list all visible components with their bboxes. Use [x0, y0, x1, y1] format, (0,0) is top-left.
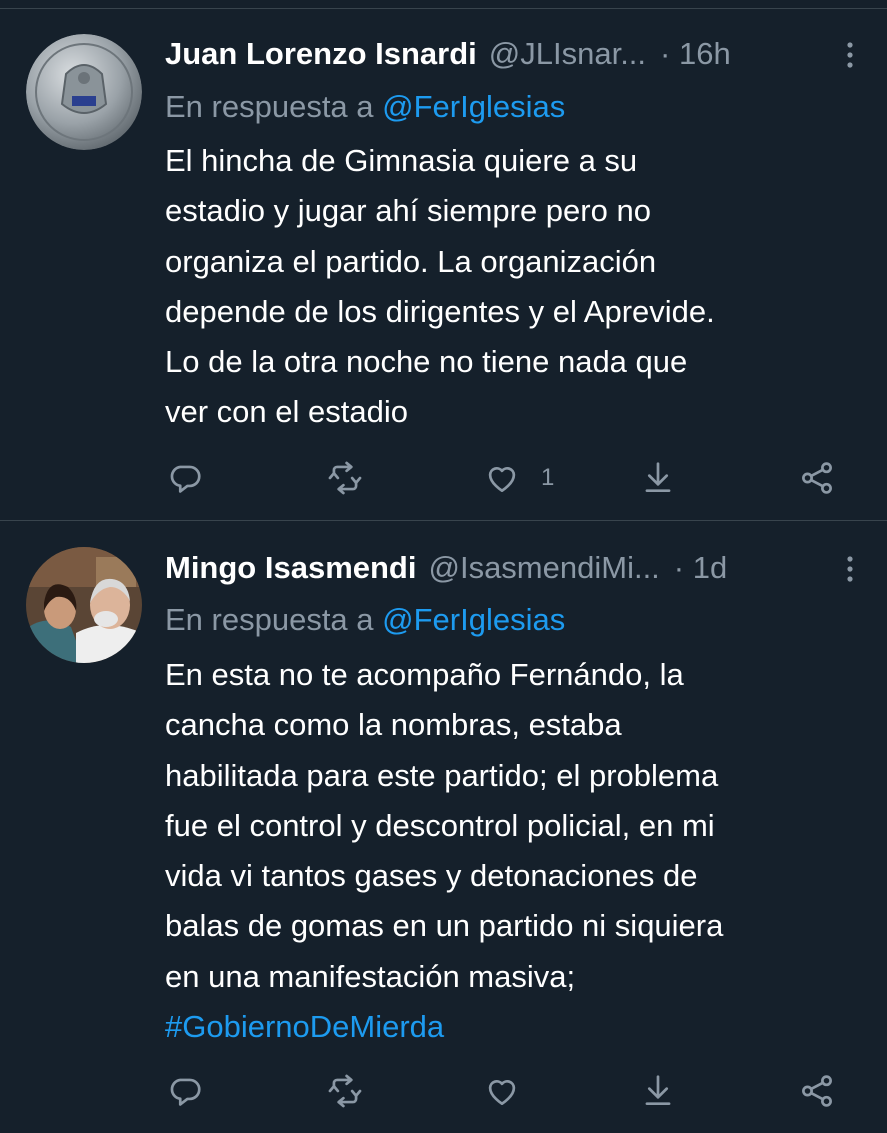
share-icon: [802, 1075, 832, 1107]
tweet-text: En esta no te acompaño Fernándo, la canc…: [165, 650, 865, 1052]
reply-context: En respuesta a @FerIglesias: [165, 597, 565, 643]
retweet-button[interactable]: [326, 458, 364, 498]
share-icon: [802, 462, 832, 494]
reply-mention-link[interactable]: @FerIglesias: [382, 602, 565, 637]
download-button[interactable]: [639, 1071, 677, 1111]
like-button[interactable]: [483, 1071, 541, 1111]
reply-icon: [170, 1078, 201, 1106]
tweet-timestamp[interactable]: · 1d: [674, 545, 727, 591]
more-options-icon[interactable]: [845, 555, 855, 583]
tweet-text-line: en una manifestación masiva;: [165, 958, 576, 994]
avatar-coin-image: [26, 34, 142, 150]
tweet-text-line: cancha como la nombras, estaba: [165, 707, 622, 743]
download-icon: [645, 1075, 671, 1106]
tweet-divider: [0, 520, 887, 521]
tweet-text-line: ver con el estadio: [165, 394, 408, 430]
author-name[interactable]: Juan Lorenzo Isnardi: [165, 31, 477, 77]
tweet-actions: [0, 1071, 887, 1111]
download-icon: [645, 462, 671, 493]
reply-icon: [170, 465, 201, 493]
tweet-text-line: vida vi tantos gases y detonaciones de: [165, 858, 698, 894]
top-divider: [0, 8, 887, 9]
tweet-text-line: fue el control y descontrol policial, en…: [165, 807, 715, 843]
share-button[interactable]: [798, 1071, 836, 1111]
like-icon: [488, 467, 516, 493]
like-button[interactable]: 1: [483, 458, 554, 498]
tweet-actions: 1: [0, 458, 887, 498]
tweet-text-line: El hincha de Gimnasia quiere a su: [165, 143, 638, 178]
reply-context: En respuesta a @FerIglesias: [165, 84, 565, 130]
avatar[interactable]: [26, 34, 142, 150]
tweet-text-line: habilitada para este partido; el problem…: [165, 757, 719, 793]
share-button[interactable]: [798, 458, 836, 498]
tweet-text-line: depende de los dirigentes y el Aprevide.: [165, 293, 715, 329]
more-options-icon[interactable]: [845, 41, 855, 69]
reply-prefix: En respuesta a: [165, 89, 374, 124]
tweet-text-line: balas de gomas en un partido ni siquiera: [165, 908, 724, 944]
avatar[interactable]: [26, 547, 142, 663]
tweet-text: El hincha de Gimnasia quiere a su estadi…: [165, 136, 865, 438]
reply-mention-link[interactable]: @FerIglesias: [382, 89, 565, 124]
like-count: 1: [541, 464, 555, 491]
avatar-photo-image: [26, 547, 142, 663]
tweet-header: Juan Lorenzo Isnardi @JLIsnar... · 16h: [165, 31, 857, 77]
author-handle[interactable]: @JLIsnar...: [489, 31, 646, 77]
tweet-text-line: organiza el partido. La organización: [165, 243, 657, 279]
tweet-text-line: Lo de la otra noche no tiene nada que: [165, 344, 688, 380]
tweet-text-line: estadio y jugar ahí siempre pero no: [165, 193, 651, 229]
hashtag-link[interactable]: #GobiernoDeMierda: [165, 1002, 865, 1052]
tweet-text-line: En esta no te acompaño Fernándo, la: [165, 657, 684, 692]
like-icon: [488, 1080, 516, 1106]
retweet-icon: [328, 1074, 362, 1108]
reply-prefix: En respuesta a: [165, 602, 374, 637]
reply-button[interactable]: [166, 458, 204, 498]
reply-button[interactable]: [166, 1071, 204, 1111]
author-name[interactable]: Mingo Isasmendi: [165, 545, 416, 591]
retweet-icon: [328, 461, 362, 495]
retweet-button[interactable]: [326, 1071, 364, 1111]
author-handle[interactable]: @IsasmendiMi...: [428, 545, 659, 591]
download-button[interactable]: [639, 458, 677, 498]
tweet-timestamp[interactable]: · 16h: [660, 31, 731, 77]
tweet-header: Mingo Isasmendi @IsasmendiMi... · 1d: [165, 545, 857, 591]
